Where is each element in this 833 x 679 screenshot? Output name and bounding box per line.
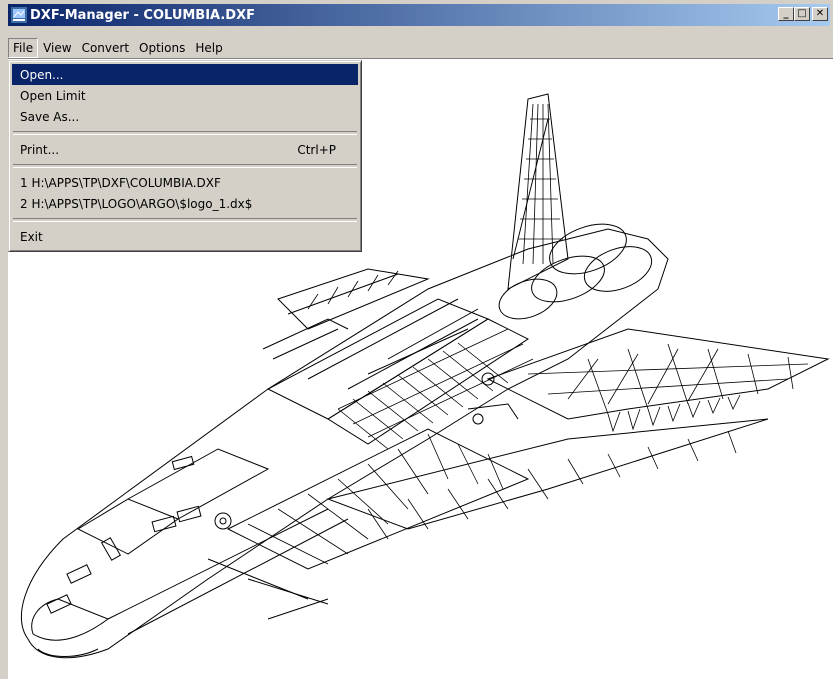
menu-item-save-as-label: Save As... [20, 109, 80, 124]
menu-item-open-limit[interactable]: Open Limit [12, 85, 358, 106]
menu-options-label: Options [139, 41, 186, 55]
menu-file-label: File [13, 41, 34, 55]
menu-view[interactable]: View [38, 39, 76, 57]
close-button[interactable]: ✕ [812, 7, 828, 21]
menu-view-label: View [43, 41, 72, 55]
app-window: DXF-Manager - COLUMBIA.DXF _ □ ✕ File Vi… [0, 0, 833, 679]
menu-item-recent-1[interactable]: 1 H:\APPS\TP\DXF\COLUMBIA.DXF [12, 172, 358, 193]
menu-item-exit-label: Exit [20, 229, 43, 244]
menu-item-recent-2-label: 2 H:\APPS\TP\LOGO\ARGO\$logo_1.dx$ [20, 196, 253, 211]
menu-item-recent-2[interactable]: 2 H:\APPS\TP\LOGO\ARGO\$logo_1.dx$ [12, 193, 358, 214]
maximize-button[interactable]: □ [794, 7, 810, 21]
menu-separator [13, 218, 357, 222]
menu-item-recent-1-label: 1 H:\APPS\TP\DXF\COLUMBIA.DXF [20, 175, 221, 190]
menu-help-label: Help [195, 41, 223, 55]
menu-help[interactable]: Help [190, 39, 227, 57]
menu-item-open-limit-label: Open Limit [20, 88, 86, 103]
title-bar[interactable]: DXF-Manager - COLUMBIA.DXF _ □ ✕ [8, 4, 830, 26]
maximize-icon: □ [797, 8, 807, 19]
minimize-icon: _ [783, 8, 789, 19]
menu-item-exit[interactable]: Exit [12, 226, 358, 247]
file-menu-dropdown: Open... Open Limit Save As... Print... C… [8, 60, 362, 252]
menu-convert-label: Convert [81, 41, 130, 55]
menu-item-open[interactable]: Open... [12, 64, 358, 85]
menu-item-print-shortcut: Ctrl+P [297, 142, 336, 157]
menu-convert[interactable]: Convert [77, 39, 134, 57]
menu-item-print[interactable]: Print... Ctrl+P [12, 139, 358, 160]
menu-options[interactable]: Options [134, 39, 190, 57]
menu-separator [13, 164, 357, 168]
menu-item-save-as[interactable]: Save As... [12, 106, 358, 127]
menu-separator [13, 131, 357, 135]
window-title: DXF-Manager - COLUMBIA.DXF [30, 7, 255, 23]
menu-bar: File View Convert Options Help [8, 38, 228, 58]
minimize-button[interactable]: _ [778, 7, 794, 21]
menu-item-print-label: Print... [20, 142, 60, 157]
menu-item-open-label: Open... [20, 67, 64, 82]
window-controls: _ □ ✕ [778, 7, 828, 21]
app-icon[interactable] [11, 7, 27, 23]
menu-file[interactable]: File [8, 38, 39, 58]
close-icon: ✕ [815, 8, 825, 19]
